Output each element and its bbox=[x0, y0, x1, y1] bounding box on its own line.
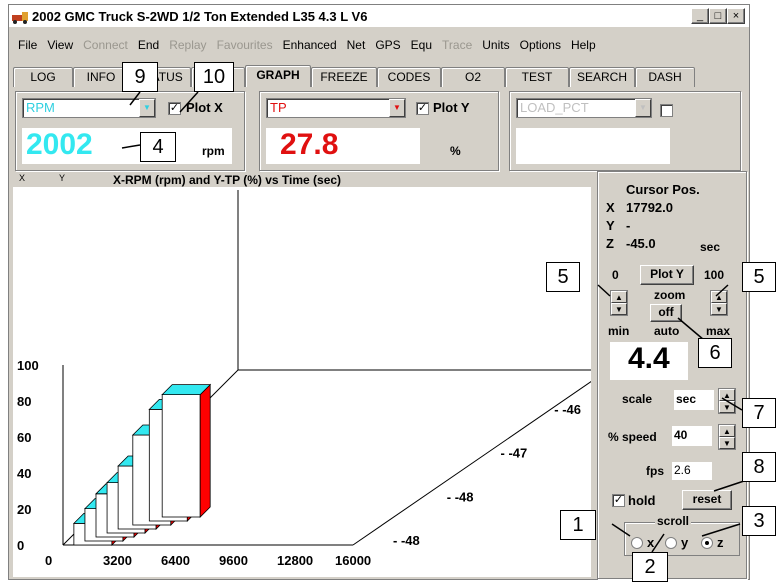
callout-10: 10 bbox=[194, 62, 234, 92]
callout-4: 4 bbox=[140, 132, 176, 162]
callout-6: 6 bbox=[698, 338, 732, 368]
leader-1 bbox=[611, 523, 631, 537]
callout-3: 3 bbox=[742, 506, 776, 536]
leader-5b bbox=[715, 284, 729, 297]
leader-7 bbox=[721, 397, 743, 411]
leader-3 bbox=[701, 523, 741, 537]
leader-6 bbox=[677, 317, 705, 341]
callout-9: 9 bbox=[122, 62, 158, 92]
callout-5b: 5 bbox=[742, 262, 776, 292]
callout-1: 1 bbox=[560, 510, 596, 540]
leader-4 bbox=[121, 144, 141, 149]
leader-10 bbox=[179, 91, 199, 113]
callout-8: 8 bbox=[742, 452, 776, 482]
callout-5a: 5 bbox=[546, 262, 580, 292]
leader-2 bbox=[651, 533, 665, 553]
callout-2: 2 bbox=[632, 552, 668, 582]
callout-leaders bbox=[121, 91, 763, 553]
callout-7: 7 bbox=[742, 398, 776, 428]
leader-9 bbox=[129, 91, 141, 106]
leader-5a bbox=[597, 284, 611, 297]
